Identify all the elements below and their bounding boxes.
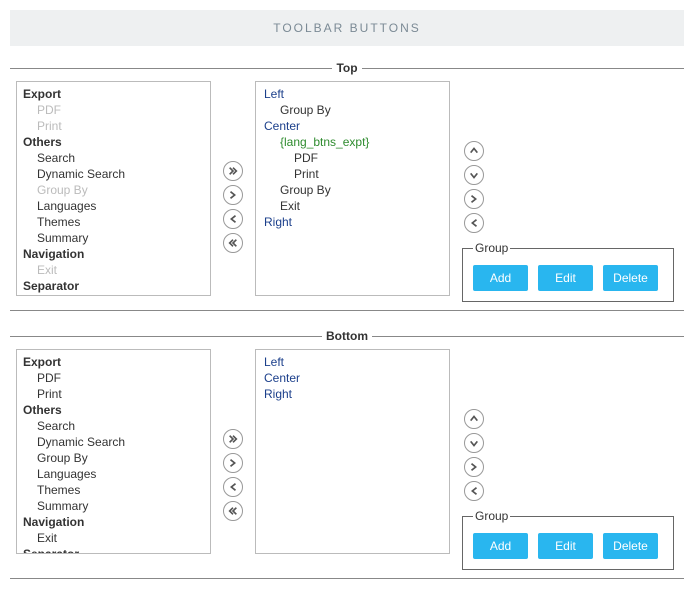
- group-add-button[interactable]: Add: [473, 533, 528, 559]
- group-box-legend: Group: [473, 509, 510, 523]
- move-down-button[interactable]: [464, 165, 484, 185]
- group-box-legend: Group: [473, 241, 510, 255]
- move-left-nav-button[interactable]: [464, 481, 484, 501]
- move-all-left-button[interactable]: [223, 233, 243, 253]
- list-group-head[interactable]: Navigation: [23, 246, 210, 262]
- list-item[interactable]: Summary: [23, 230, 210, 246]
- bottom-group-box: Group Add Edit Delete: [462, 509, 674, 570]
- list-item[interactable]: Themes: [23, 482, 210, 498]
- target-item[interactable]: Center: [262, 370, 449, 386]
- list-item[interactable]: PDF: [23, 370, 210, 386]
- list-item[interactable]: Exit: [23, 262, 210, 278]
- move-down-button[interactable]: [464, 433, 484, 453]
- list-group-head[interactable]: Separator: [23, 546, 210, 554]
- move-all-right-button[interactable]: [223, 161, 243, 181]
- list-item[interactable]: Dynamic Search: [23, 166, 210, 182]
- list-item[interactable]: Themes: [23, 214, 210, 230]
- target-item[interactable]: {lang_btns_expt}: [262, 134, 449, 150]
- target-item[interactable]: Group By: [262, 182, 449, 198]
- target-item[interactable]: Center: [262, 118, 449, 134]
- list-item[interactable]: Exit: [23, 530, 210, 546]
- top-transfer-arrows: [219, 81, 247, 253]
- list-group-head[interactable]: Separator: [23, 278, 210, 294]
- target-item[interactable]: Left: [262, 354, 449, 370]
- top-source-list[interactable]: ExportPDFPrintOthersSearchDynamic Search…: [16, 81, 211, 296]
- move-left-button[interactable]: [223, 209, 243, 229]
- list-group-head[interactable]: Others: [23, 402, 210, 418]
- page-banner: TOOLBAR BUTTONS: [10, 10, 684, 46]
- group-add-button[interactable]: Add: [473, 265, 528, 291]
- group-edit-button[interactable]: Edit: [538, 265, 593, 291]
- bottom-target-list[interactable]: LeftCenterRight: [255, 349, 450, 554]
- list-item[interactable]: PDF: [23, 102, 210, 118]
- list-item[interactable]: ------------------------: [23, 294, 210, 296]
- list-item[interactable]: Dynamic Search: [23, 434, 210, 450]
- move-up-button[interactable]: [464, 409, 484, 429]
- move-right-nav-button[interactable]: [464, 457, 484, 477]
- list-group-head[interactable]: Export: [23, 86, 210, 102]
- section-bottom-legend: Bottom: [322, 329, 372, 343]
- move-up-button[interactable]: [464, 141, 484, 161]
- list-item[interactable]: Languages: [23, 466, 210, 482]
- target-item[interactable]: Print: [262, 166, 449, 182]
- list-item[interactable]: Group By: [23, 450, 210, 466]
- move-right-button[interactable]: [223, 453, 243, 473]
- section-top: Top ExportPDFPrintOthersSearchDynamic Se…: [10, 61, 684, 311]
- list-item[interactable]: Languages: [23, 198, 210, 214]
- section-top-legend: Top: [332, 61, 361, 75]
- list-group-head[interactable]: Others: [23, 134, 210, 150]
- target-item[interactable]: Right: [262, 214, 449, 230]
- group-delete-button[interactable]: Delete: [603, 265, 658, 291]
- target-item[interactable]: PDF: [262, 150, 449, 166]
- section-bottom: Bottom ExportPDFPrintOthersSearchDynamic…: [10, 329, 684, 579]
- move-left-button[interactable]: [223, 477, 243, 497]
- group-edit-button[interactable]: Edit: [538, 533, 593, 559]
- group-delete-button[interactable]: Delete: [603, 533, 658, 559]
- bottom-transfer-arrows: [219, 349, 247, 521]
- target-item[interactable]: Exit: [262, 198, 449, 214]
- list-item[interactable]: Search: [23, 418, 210, 434]
- move-right-button[interactable]: [223, 185, 243, 205]
- top-right-controls: Group Add Edit Delete: [458, 81, 678, 302]
- list-item[interactable]: Print: [23, 386, 210, 402]
- list-item[interactable]: Group By: [23, 182, 210, 198]
- top-target-list[interactable]: LeftGroup ByCenter{lang_btns_expt}PDFPri…: [255, 81, 450, 296]
- move-all-left-button[interactable]: [223, 501, 243, 521]
- move-left-nav-button[interactable]: [464, 213, 484, 233]
- bottom-right-controls: Group Add Edit Delete: [458, 349, 678, 570]
- list-item[interactable]: Summary: [23, 498, 210, 514]
- top-group-box: Group Add Edit Delete: [462, 241, 674, 302]
- list-group-head[interactable]: Navigation: [23, 514, 210, 530]
- move-all-right-button[interactable]: [223, 429, 243, 449]
- move-right-nav-button[interactable]: [464, 189, 484, 209]
- bottom-source-list[interactable]: ExportPDFPrintOthersSearchDynamic Search…: [16, 349, 211, 554]
- list-item[interactable]: Search: [23, 150, 210, 166]
- list-item[interactable]: Print: [23, 118, 210, 134]
- list-group-head[interactable]: Export: [23, 354, 210, 370]
- target-item[interactable]: Right: [262, 386, 449, 402]
- target-item[interactable]: Left: [262, 86, 449, 102]
- target-item[interactable]: Group By: [262, 102, 449, 118]
